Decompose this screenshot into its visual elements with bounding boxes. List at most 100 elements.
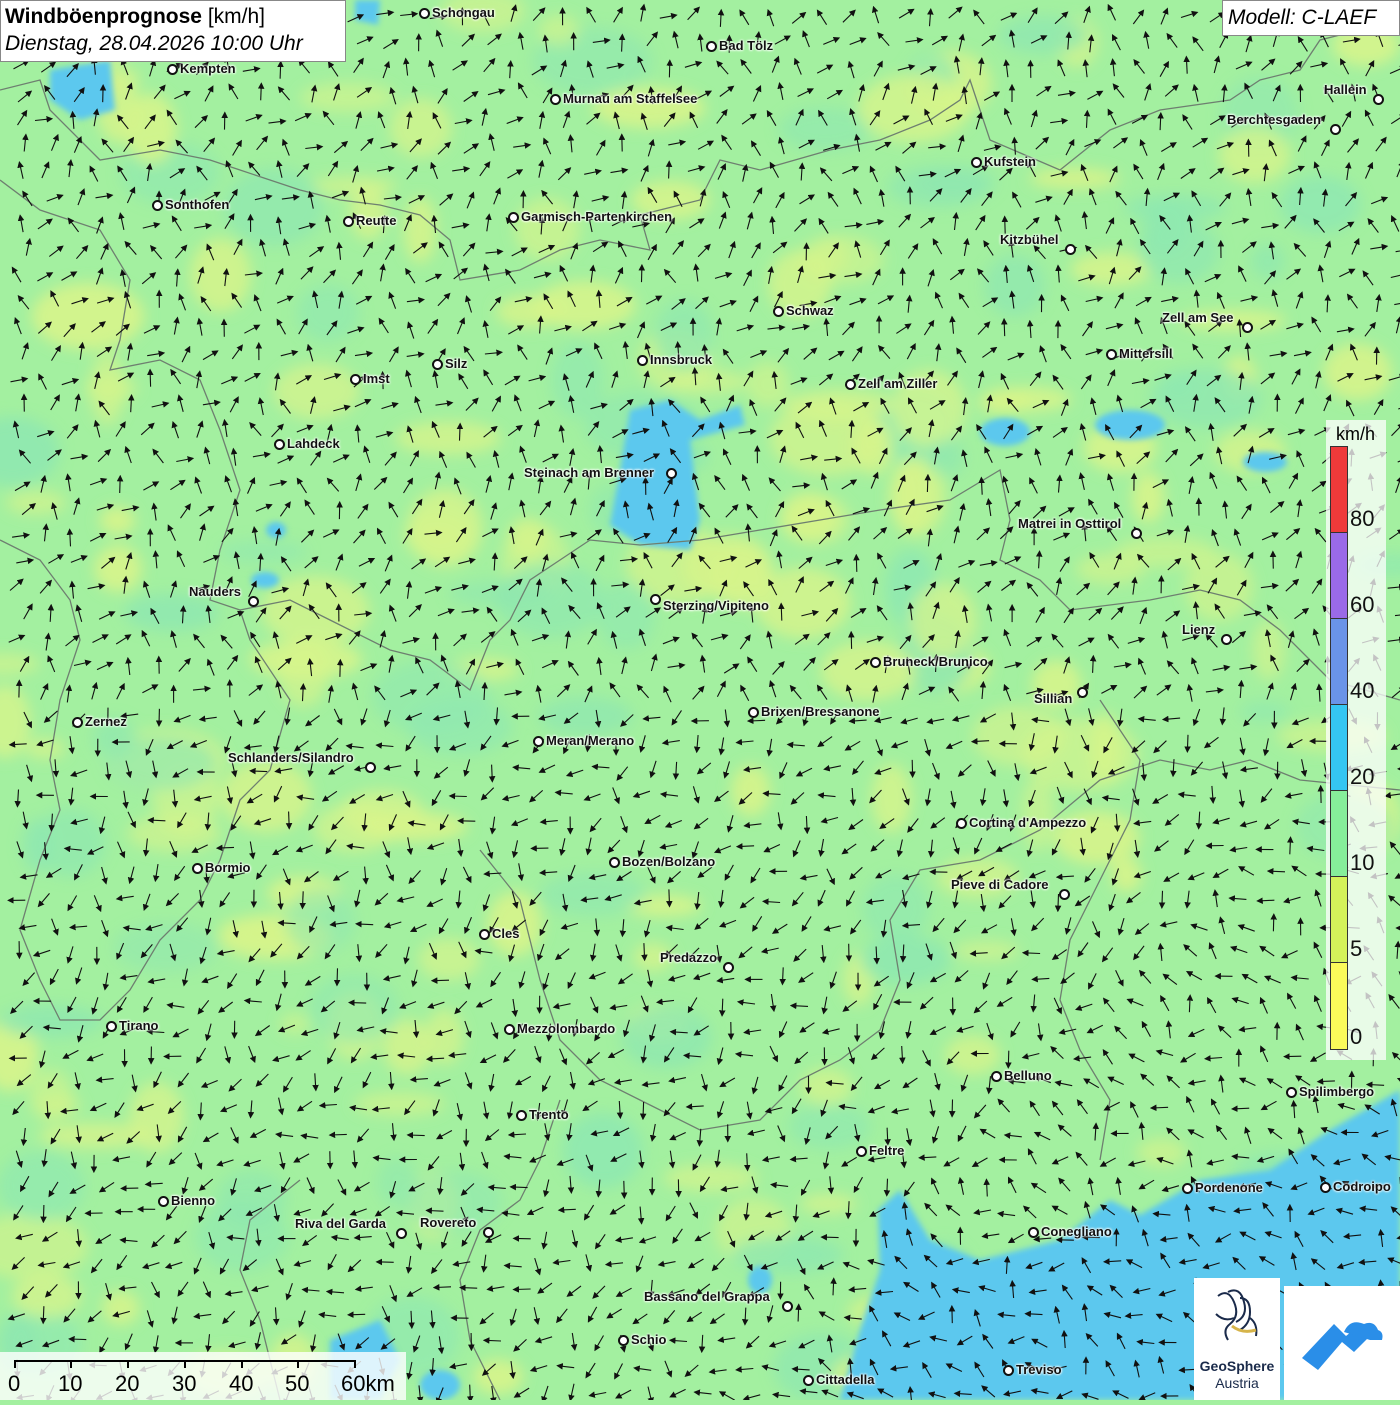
city-marker[interactable]	[167, 64, 178, 75]
city-marker[interactable]	[637, 355, 648, 366]
gust-patch	[224, 168, 324, 245]
city-label: Zernez	[85, 715, 127, 729]
city-marker[interactable]	[1003, 1365, 1014, 1376]
city-marker[interactable]	[248, 596, 259, 607]
legend-bar	[1330, 446, 1348, 1050]
wind-arrow	[428, 1211, 444, 1212]
city-marker[interactable]	[1330, 124, 1341, 135]
wind-arrow	[280, 63, 281, 79]
wind-arrow	[669, 163, 670, 179]
city-marker[interactable]	[856, 1146, 867, 1157]
glacier-water-1	[980, 418, 1030, 446]
gust-patch	[731, 765, 770, 816]
city-marker[interactable]	[419, 8, 430, 19]
city-marker[interactable]	[343, 216, 354, 227]
city-label: Brixen/Bressanone	[761, 705, 880, 719]
gust-patch	[1239, 701, 1289, 721]
city-label: Bruneck/Brunico	[883, 655, 988, 669]
wind-arrow	[70, 1339, 86, 1340]
gust-patch	[1116, 536, 1216, 567]
city-marker[interactable]	[274, 439, 285, 450]
city-marker[interactable]	[432, 359, 443, 370]
city-label: Schlanders/Silandro	[228, 751, 354, 765]
city-label: Cortina d'Ampezzo	[969, 816, 1086, 830]
city-marker[interactable]	[479, 929, 490, 940]
city-marker[interactable]	[533, 736, 544, 747]
city-marker[interactable]	[516, 1110, 527, 1121]
gust-patch	[1137, 1138, 1187, 1167]
city-marker[interactable]	[991, 1071, 1002, 1082]
city-marker[interactable]	[396, 1228, 407, 1239]
city-marker[interactable]	[1286, 1087, 1297, 1098]
wind-gust-map[interactable]: SchongauBad TölzKemptenMurnau am Staffel…	[0, 0, 1400, 1400]
city-marker[interactable]	[971, 157, 982, 168]
city-marker[interactable]	[773, 306, 784, 317]
legend-label-20: 20	[1350, 764, 1374, 790]
city-marker[interactable]	[723, 962, 734, 973]
city-marker[interactable]	[803, 1375, 814, 1386]
city-marker[interactable]	[956, 818, 967, 829]
city-marker[interactable]	[508, 212, 519, 223]
city-marker[interactable]	[1077, 687, 1088, 698]
wind-arrow	[798, 1306, 799, 1322]
gust-patch	[38, 1095, 81, 1116]
geosphere-logo[interactable]: GeoSphere Austria	[1194, 1278, 1280, 1400]
app-logo[interactable]	[1284, 1286, 1400, 1400]
city-marker[interactable]	[365, 762, 376, 773]
city-marker[interactable]	[748, 707, 759, 718]
city-marker[interactable]	[1320, 1182, 1331, 1193]
city-marker[interactable]	[1242, 322, 1253, 333]
wind-arrow	[485, 1340, 501, 1341]
wind-arrow	[624, 1181, 625, 1197]
city-marker[interactable]	[350, 374, 361, 385]
gust-patch	[783, 389, 896, 420]
city-marker[interactable]	[1221, 634, 1232, 645]
city-marker[interactable]	[1373, 94, 1384, 105]
wind-arrow	[1319, 1081, 1335, 1082]
wind-arrow	[887, 1179, 888, 1195]
wind-arrow	[887, 1128, 888, 1144]
city-marker[interactable]	[158, 1196, 169, 1207]
city-marker[interactable]	[782, 1301, 793, 1312]
city-marker[interactable]	[650, 594, 661, 605]
wind-arrow	[435, 1287, 451, 1288]
city-marker[interactable]	[483, 1227, 494, 1238]
city-label: Silz	[445, 357, 467, 371]
wind-arrow	[856, 556, 857, 572]
wind-arrow	[1152, 1107, 1168, 1108]
city-marker[interactable]	[1182, 1183, 1193, 1194]
geosphere-name: GeoSphere	[1194, 1358, 1280, 1374]
city-marker[interactable]	[706, 41, 717, 52]
city-label: Innsbruck	[650, 353, 712, 367]
wind-arrow	[644, 943, 645, 959]
gust-patch	[1251, 244, 1285, 279]
city-marker[interactable]	[845, 379, 856, 390]
legend-swatch-40	[1331, 619, 1347, 705]
city-label: Belluno	[1004, 1069, 1052, 1083]
wind-arrow	[781, 605, 782, 621]
city-marker[interactable]	[1059, 889, 1070, 900]
city-marker[interactable]	[504, 1024, 515, 1035]
gust-patch	[354, 1092, 445, 1116]
city-marker[interactable]	[870, 657, 881, 668]
wind-arrow	[303, 891, 304, 907]
gust-patch	[1029, 168, 1119, 189]
city-label: Mittersill	[1119, 347, 1172, 361]
city-marker[interactable]	[1028, 1227, 1039, 1238]
city-marker[interactable]	[609, 857, 620, 868]
gust-patch	[102, 1291, 140, 1326]
city-marker[interactable]	[1106, 349, 1117, 360]
city-marker[interactable]	[192, 863, 203, 874]
gust-patch	[1252, 620, 1285, 680]
city-marker[interactable]	[550, 94, 561, 105]
city-marker[interactable]	[72, 717, 83, 728]
city-marker[interactable]	[106, 1021, 117, 1032]
city-marker[interactable]	[1131, 528, 1142, 539]
city-label: Tirano	[119, 1019, 159, 1033]
gust-patch	[863, 874, 929, 942]
city-marker[interactable]	[618, 1335, 629, 1346]
city-marker[interactable]	[152, 200, 163, 211]
city-marker[interactable]	[666, 468, 677, 479]
gust-patch	[0, 1005, 103, 1038]
city-marker[interactable]	[1065, 244, 1076, 255]
